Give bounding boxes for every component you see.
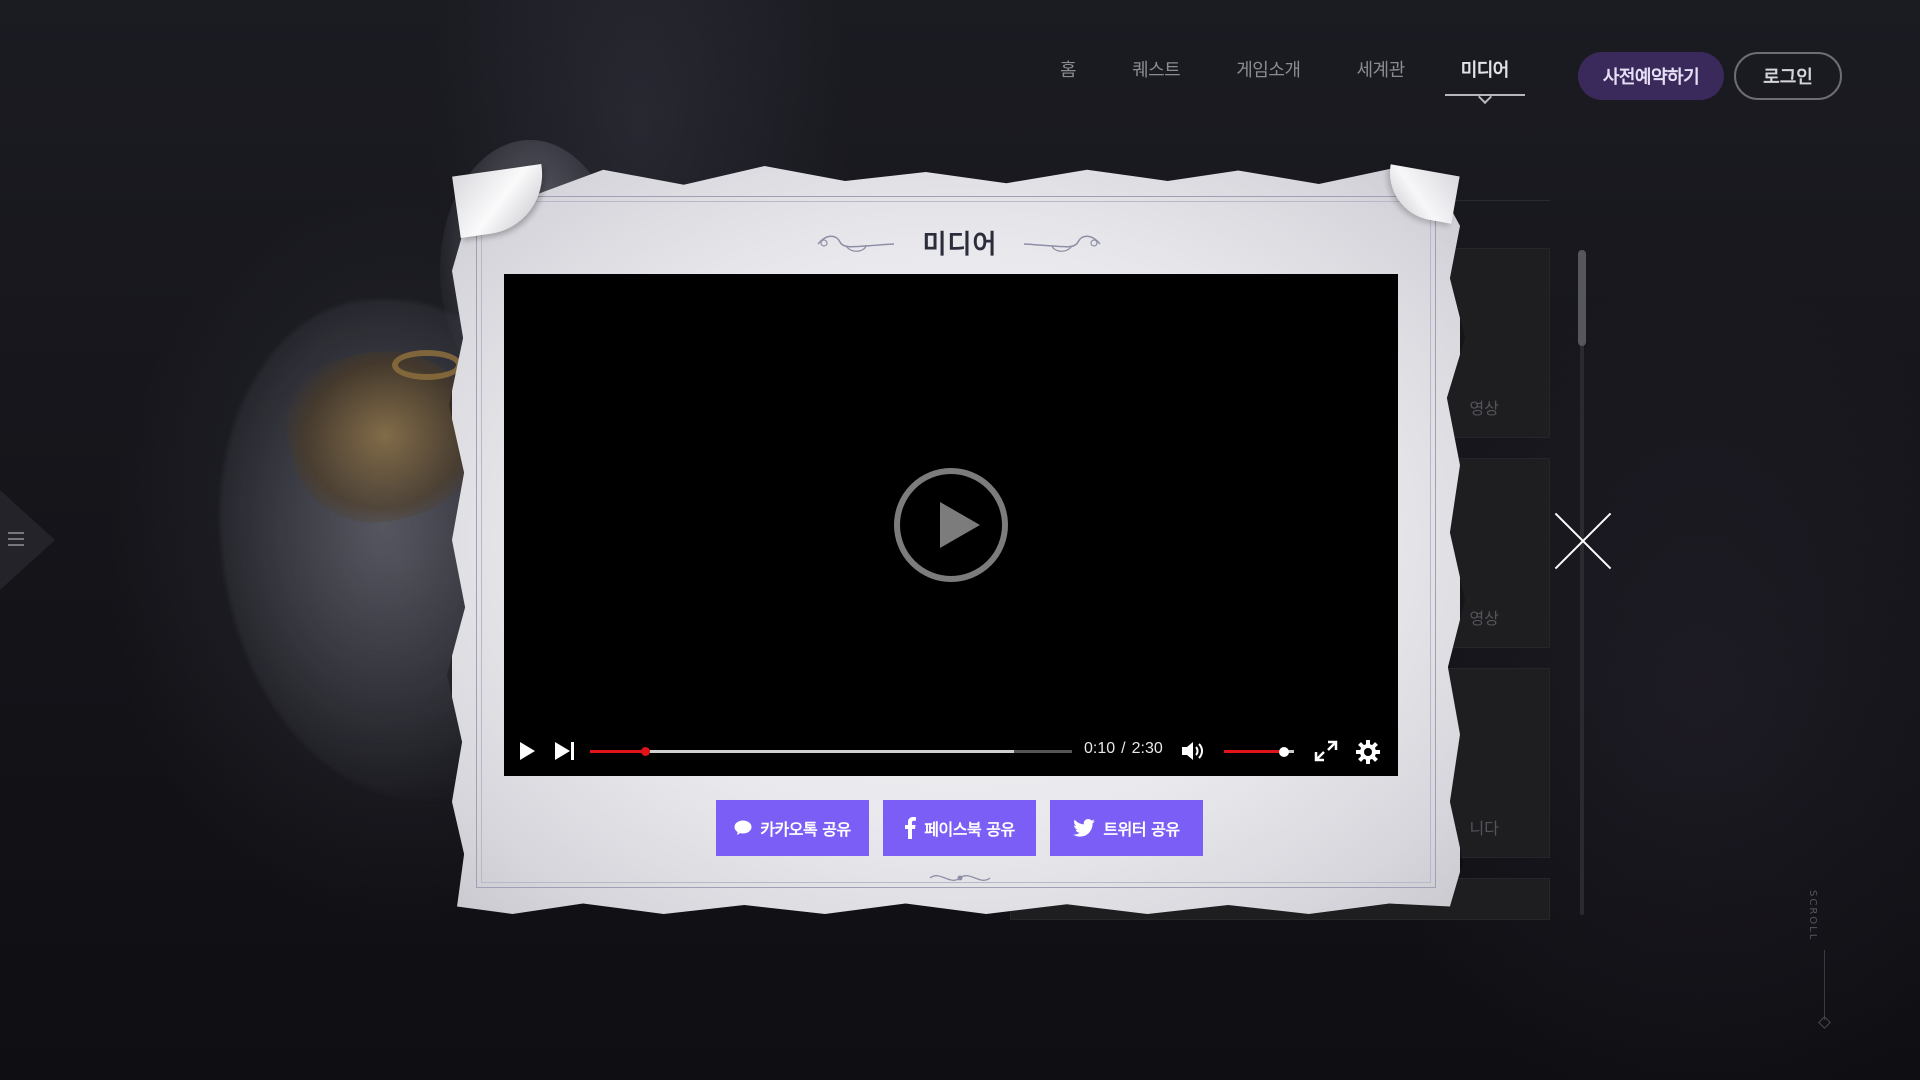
- volume-knob[interactable]: [1278, 747, 1289, 757]
- fullscreen-icon[interactable]: [1314, 740, 1338, 762]
- volume-level: [1224, 750, 1284, 753]
- nav-item-home[interactable]: 홈: [1060, 56, 1077, 82]
- login-button[interactable]: 로그인: [1734, 52, 1842, 100]
- title-ornament-right-icon: [1023, 235, 1101, 252]
- volume-icon[interactable]: [1180, 740, 1206, 762]
- progress-scrubber[interactable]: [641, 747, 651, 756]
- list-scrollbar-track[interactable]: [1580, 250, 1584, 915]
- progress-bar[interactable]: [590, 747, 1072, 756]
- facebook-share-button[interactable]: 페이스북 공유: [883, 800, 1036, 856]
- bottom-ornament-icon: [929, 875, 991, 881]
- scroll-hint: SCROLL: [1807, 890, 1818, 942]
- current-time: 0:10: [1084, 740, 1116, 757]
- progress-played: [590, 750, 646, 753]
- kakao-share-label: 카카오톡 공유: [760, 820, 851, 839]
- progress-buffered: [590, 750, 1015, 753]
- media-card-caption: 영상: [1469, 399, 1499, 418]
- kakao-share-button[interactable]: 카카오톡 공유: [716, 800, 869, 856]
- hamburger-icon[interactable]: [8, 532, 24, 546]
- media-card-caption: 니다: [1469, 819, 1499, 838]
- modal-title: 미디어: [922, 230, 998, 260]
- nav-item-game-intro[interactable]: 게임소개: [1236, 56, 1301, 82]
- next-track-icon[interactable]: [555, 742, 577, 760]
- nav-item-quest[interactable]: 퀘스트: [1132, 56, 1181, 82]
- scroll-hint-line: [1824, 950, 1825, 1020]
- speech-bubble-icon: [734, 820, 752, 836]
- nav-item-worldview[interactable]: 세계관: [1357, 56, 1406, 82]
- close-modal-icon[interactable]: [1552, 510, 1614, 572]
- video-controls: 0:10 / 2:30: [504, 730, 1398, 770]
- twitter-share-label: 트위터 공유: [1103, 820, 1180, 839]
- media-card-caption: 영상: [1469, 609, 1499, 628]
- list-scrollbar-thumb[interactable]: [1578, 250, 1586, 346]
- duration: 2:30: [1131, 740, 1163, 757]
- character-armor-ring: [392, 350, 462, 380]
- time-display: 0:10 / 2:30: [1084, 740, 1163, 758]
- share-buttons: 카카오톡 공유 페이스북 공유 트위터 공유: [716, 800, 1203, 856]
- play-overlay-icon[interactable]: [894, 468, 1008, 582]
- twitter-bird-icon: [1073, 819, 1096, 837]
- time-separator: /: [1121, 740, 1126, 757]
- facebook-icon: [904, 817, 917, 839]
- twitter-share-button[interactable]: 트위터 공유: [1050, 800, 1203, 856]
- settings-gear-icon[interactable]: [1355, 739, 1381, 765]
- play-icon[interactable]: [520, 742, 535, 760]
- preregister-button[interactable]: 사전예약하기: [1578, 52, 1724, 100]
- volume-slider[interactable]: [1224, 747, 1294, 757]
- facebook-share-label: 페이스북 공유: [924, 820, 1015, 839]
- nav-item-media[interactable]: 미디어: [1444, 56, 1526, 96]
- main-nav: 홈 퀘스트 게임소개 세계관 미디어: [1060, 56, 1565, 96]
